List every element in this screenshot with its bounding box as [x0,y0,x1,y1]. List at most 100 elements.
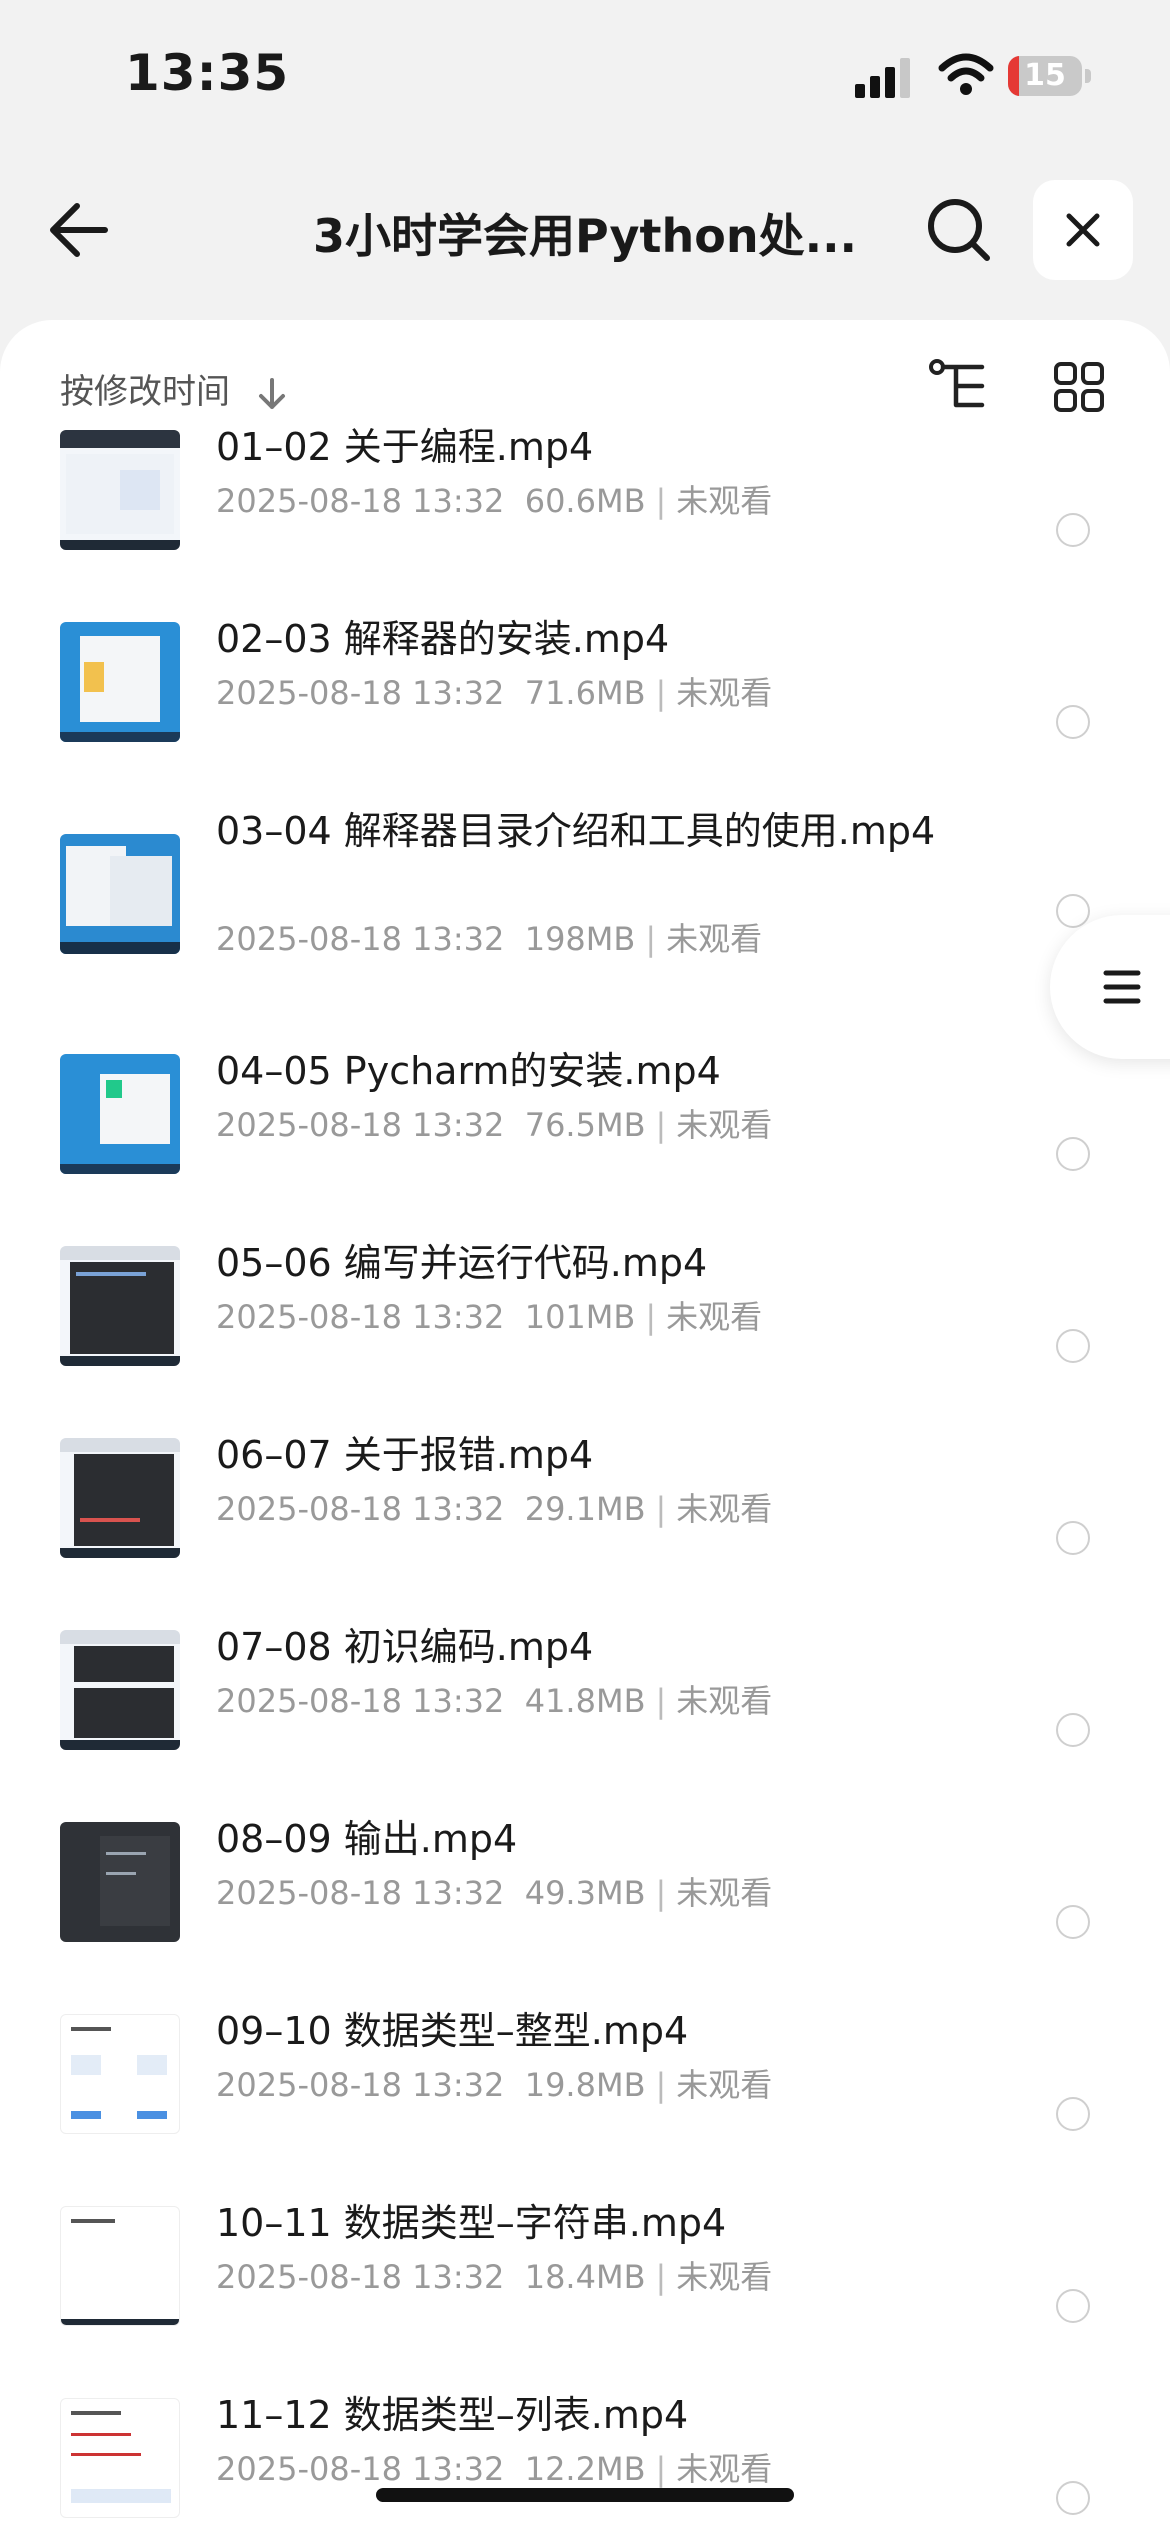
file-meta: 2025-08-18 13:32 71.6MB | 未观看 [216,674,773,712]
video-thumbnail [60,1822,180,1942]
list-item[interactable]: 01–02 关于编程.mp4 2025-08-18 13:32 60.6MB | 未… [0,420,1170,612]
video-thumbnail [60,2014,180,2134]
file-meta: 2025-08-18 13:32 41.8MB | 未观看 [216,1682,773,1720]
file-date: 2025-08-18 13:32 [216,920,505,958]
file-size: 101MB [524,1298,636,1336]
watch-status: 未观看 [676,1874,773,1912]
file-date: 2025-08-18 13:32 [216,2258,505,2296]
file-size: 76.5MB [524,1106,646,1144]
file-date: 2025-08-18 13:32 [216,2450,505,2488]
select-radio[interactable] [1056,2289,1090,2323]
file-size: 198MB [524,920,636,958]
watch-status: 未观看 [676,1490,773,1528]
file-size: 41.8MB [524,1682,646,1720]
file-meta: 2025-08-18 13:32 101MB | 未观看 [216,1298,763,1336]
video-thumbnail [60,1054,180,1174]
grid-view-icon[interactable] [1054,362,1104,412]
file-meta: 2025-08-18 13:32 29.1MB | 未观看 [216,1490,773,1528]
file-size: 29.1MB [524,1490,646,1528]
select-radio[interactable] [1056,2481,1090,2515]
file-size: 18.4MB [524,2258,646,2296]
file-meta: 2025-08-18 13:32 19.8MB | 未观看 [216,2066,773,2104]
file-date: 2025-08-18 13:32 [216,1682,505,1720]
list-item[interactable]: 06–07 关于报错.mp4 2025-08-18 13:32 29.1MB | 未… [0,1428,1170,1620]
sort-label: 按修改时间 [60,372,230,412]
select-radio[interactable] [1056,2097,1090,2131]
select-radio[interactable] [1056,1329,1090,1363]
file-name: 08–09 输出.mp4 [216,1817,518,1861]
video-thumbnail [60,2398,180,2518]
file-date: 2025-08-18 13:32 [216,1490,505,1528]
file-meta: 2025-08-18 13:32 18.4MB | 未观看 [216,2258,773,2296]
list-item[interactable]: 05–06 编写并运行代码.mp4 2025-08-18 13:32 101MB… [0,1236,1170,1428]
file-date: 2025-08-18 13:32 [216,674,505,712]
file-size: 12.2MB [524,2450,646,2488]
file-meta: 2025-08-18 13:32 60.6MB | 未观看 [216,482,773,520]
video-thumbnail [60,430,180,550]
watch-status: 未观看 [676,674,773,712]
file-size: 49.3MB [524,1874,646,1912]
file-meta: 2025-08-18 13:32 12.2MB | 未观看 [216,2450,773,2488]
sort-selector[interactable]: 按修改时间 [60,364,287,413]
select-radio[interactable] [1056,1713,1090,1747]
status-bar: 13:35 15 [0,0,1170,160]
nav-header: 3小时学会用Python处... [0,170,1170,290]
file-name: 06–07 关于报错.mp4 [216,1433,594,1477]
watch-status: 未观看 [666,1298,763,1336]
list-item[interactable]: 10–11 数据类型–字符串.mp4 2025-08-18 13:32 18.4… [0,2196,1170,2388]
home-indicator[interactable] [376,2488,794,2502]
list-item[interactable]: 07–08 初识编码.mp4 2025-08-18 13:32 41.8MB | 未… [0,1620,1170,1812]
arrow-left-icon[interactable] [45,198,115,262]
video-thumbnail [60,1438,180,1558]
file-name: 11–12 数据类型–列表.mp4 [216,2393,689,2437]
file-list-sheet: 按修改时间 01–02 关于编程.mp4 2025-08-18 13:32 60… [0,320,1170,2532]
list-item[interactable]: 11–12 数据类型–列表.mp4 2025-08-18 13:32 12.2M… [0,2388,1170,2532]
file-meta: 2025-08-18 13:32 76.5MB | 未观看 [216,1106,773,1144]
file-name: 07–08 初识编码.mp4 [216,1625,594,1669]
file-date: 2025-08-18 13:32 [216,1106,505,1144]
menu-lines-icon [1103,970,1141,1004]
battery-cap [1085,69,1091,83]
arrow-down-icon [258,377,285,409]
file-date: 2025-08-18 13:32 [216,482,505,520]
status-time: 13:35 [125,44,290,102]
file-date: 2025-08-18 13:32 [216,1298,505,1336]
list-item[interactable]: 03–04 解释器目录介绍和工具的使用.mp4 2025-08-18 13:32… [0,804,1170,1039]
video-thumbnail [60,2206,180,2326]
file-name: 03–04 解释器目录介绍和工具的使用.mp4 [216,809,936,853]
search-icon[interactable] [925,196,993,264]
select-radio[interactable] [1056,894,1090,928]
page-title: 3小时学会用Python处... [312,209,858,263]
video-thumbnail [60,1246,180,1366]
file-size: 19.8MB [524,2066,646,2104]
file-name: 02–03 解释器的安装.mp4 [216,617,670,661]
select-radio[interactable] [1056,1905,1090,1939]
battery-icon: 15 [1008,56,1082,96]
list-item[interactable]: 02–03 解释器的安装.mp4 2025-08-18 13:32 71.6MB… [0,612,1170,804]
file-name: 10–11 数据类型–字符串.mp4 [216,2201,727,2245]
file-meta: 2025-08-18 13:32 49.3MB | 未观看 [216,1874,773,1912]
select-radio[interactable] [1056,1137,1090,1171]
file-name: 04–05 Pycharm的安装.mp4 [216,1049,721,1093]
close-button[interactable] [1033,180,1133,280]
file-date: 2025-08-18 13:32 [216,1874,505,1912]
select-radio[interactable] [1056,1521,1090,1555]
battery-level: 15 [1024,58,1066,93]
list-item[interactable]: 04–05 Pycharm的安装.mp4 2025-08-18 13:32 76… [0,1044,1170,1236]
tree-view-icon[interactable] [928,358,988,414]
close-icon [1066,213,1100,247]
wifi-icon [938,53,994,95]
file-meta: 2025-08-18 13:32 198MB | 未观看 [216,920,763,958]
file-size: 71.6MB [524,674,646,712]
battery-indicator: 15 [1008,56,1092,98]
file-name: 09–10 数据类型–整型.mp4 [216,2009,689,2053]
list-item[interactable]: 09–10 数据类型–整型.mp4 2025-08-18 13:32 19.8M… [0,2004,1170,2196]
watch-status: 未观看 [676,482,773,520]
file-size: 60.6MB [524,482,646,520]
watch-status: 未观看 [676,2066,773,2104]
select-radio[interactable] [1056,705,1090,739]
list-item[interactable]: 08–09 输出.mp4 2025-08-18 13:32 49.3MB | 未观看 [0,1812,1170,2004]
watch-status: 未观看 [676,1682,773,1720]
select-radio[interactable] [1056,513,1090,547]
watch-status: 未观看 [676,1106,773,1144]
